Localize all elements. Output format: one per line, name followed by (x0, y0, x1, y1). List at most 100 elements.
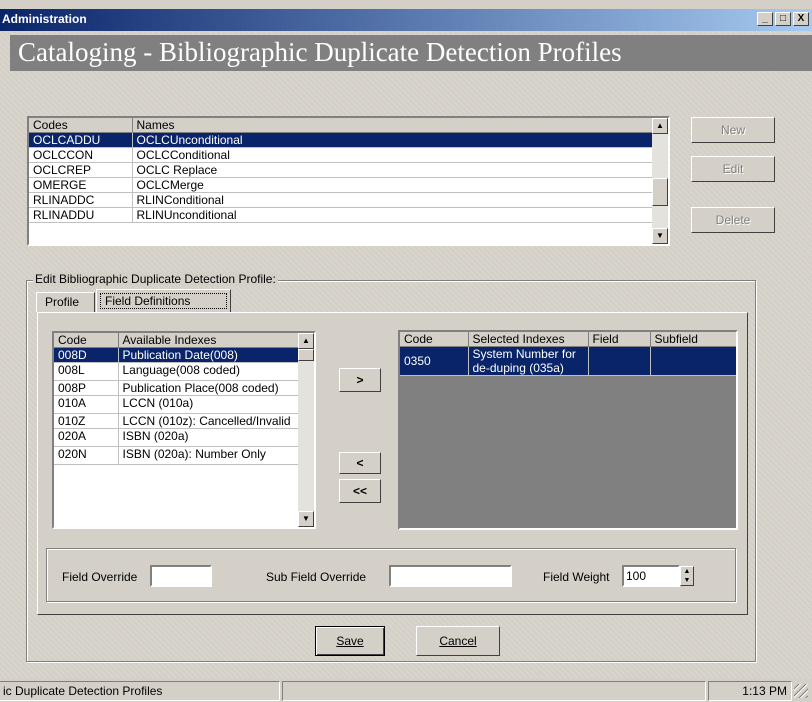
row-code: 010A (54, 395, 119, 414)
scroll-down-icon[interactable]: ▼ (298, 511, 314, 527)
delete-button[interactable]: Delete (691, 207, 775, 233)
scroll-thumb[interactable] (298, 349, 314, 361)
save-label: Save (336, 634, 364, 648)
profiles-list[interactable]: Codes Names OCLCADDU OCLCUnconditional OC… (27, 116, 670, 246)
table-row[interactable]: 008L Language(008 coded) (54, 362, 299, 381)
edit-button[interactable]: Edit (691, 156, 775, 182)
subfield-override-label: Sub Field Override (266, 570, 367, 584)
table-row[interactable]: RLINADDC RLINConditional (29, 192, 653, 208)
table-row[interactable]: OCLCCON OCLCConditional (29, 147, 653, 163)
field-weight-input[interactable]: 100 (622, 565, 680, 587)
column-header-names[interactable]: Names (132, 118, 653, 133)
page-header: Cataloging - Bibliographic Duplicate Det… (10, 35, 812, 71)
table-row[interactable]: 008D Publication Date(008) (54, 347, 299, 363)
field-override-input[interactable] (150, 565, 212, 587)
cancel-label: Cancel (439, 634, 477, 648)
available-header-row: Code Available Indexes (54, 333, 299, 348)
row-code: 008P (54, 380, 119, 396)
row-code: 020N (54, 446, 119, 465)
tab-profile[interactable]: Profile (36, 292, 95, 312)
row-name: Publication Place(008 coded) (118, 380, 299, 396)
table-row[interactable]: 020A ISBN (020a) (54, 428, 299, 447)
scroll-thumb[interactable] (652, 178, 668, 206)
table-row[interactable]: OCLCREP OCLC Replace (29, 162, 653, 178)
row-code: OCLCADDU (29, 132, 133, 148)
row-name: OCLCUnconditional (132, 132, 653, 148)
row-name: OCLC Replace (132, 162, 653, 178)
scroll-down-icon[interactable]: ▼ (652, 228, 668, 244)
row-code: RLINADDU (29, 207, 133, 223)
row-code: OCLCREP (29, 162, 133, 178)
resize-grip-icon[interactable] (794, 684, 808, 698)
profiles-scrollbar[interactable]: ▲ ▼ (652, 118, 668, 244)
table-row[interactable]: 020N ISBN (020a): Number Only (54, 446, 299, 465)
window-title: Administration (2, 12, 87, 26)
column-header-field[interactable]: Field (588, 332, 651, 347)
table-row[interactable]: RLINADDU RLINUnconditional (29, 207, 653, 223)
row-code: OCLCCON (29, 147, 133, 163)
row-name: RLINUnconditional (132, 207, 653, 223)
new-button[interactable]: New (691, 117, 775, 143)
status-text: ic Duplicate Detection Profiles (0, 681, 280, 701)
row-name: RLINConditional (132, 192, 653, 208)
available-indexes-list[interactable]: Code Available Indexes 008D Publication D… (52, 331, 316, 529)
column-header-subfield[interactable]: Subfield (650, 332, 736, 347)
selected-header-row: Code Selected Indexes Field Subfield (400, 332, 736, 347)
column-header-code[interactable]: Code (400, 332, 469, 347)
status-panel-empty (282, 681, 706, 701)
row-name: OCLCMerge (132, 177, 653, 193)
profiles-header-row: Codes Names (29, 118, 653, 133)
table-row[interactable]: 010Z LCCN (010z): Cancelled/Invalid (54, 413, 299, 429)
spin-up-icon[interactable]: ▲ (681, 567, 693, 576)
row-name: Publication Date(008) (118, 347, 299, 363)
edit-profile-group-label: Edit Bibliographic Duplicate Detection P… (33, 272, 278, 286)
field-weight-label: Field Weight (543, 570, 610, 584)
subfield-override-input[interactable] (389, 565, 512, 587)
row-code: RLINADDC (29, 192, 133, 208)
table-row[interactable]: 0350 System Number for de-duping (035a) (400, 346, 736, 376)
close-button[interactable]: X (793, 12, 809, 26)
remove-all-indexes-button[interactable]: << (339, 479, 381, 503)
status-time: 1:13 PM (708, 681, 792, 701)
remove-index-button[interactable]: < (339, 452, 381, 474)
spin-down-icon[interactable]: ▼ (681, 576, 693, 585)
field-weight-spinner[interactable]: ▲ ▼ (680, 566, 694, 586)
scroll-up-icon[interactable]: ▲ (652, 118, 668, 134)
column-header-selected-indexes[interactable]: Selected Indexes (468, 332, 589, 347)
row-field (588, 346, 651, 376)
row-name: ISBN (020a): Number Only (118, 446, 299, 465)
table-row[interactable]: 008P Publication Place(008 coded) (54, 380, 299, 396)
table-row[interactable]: OMERGE OCLCMerge (29, 177, 653, 193)
scroll-up-icon[interactable]: ▲ (298, 333, 314, 349)
column-header-codes[interactable]: Codes (29, 118, 133, 133)
column-header-available-indexes[interactable]: Available Indexes (118, 333, 299, 348)
selected-indexes-list[interactable]: Code Selected Indexes Field Subfield 035… (398, 330, 738, 530)
row-name: ISBN (020a) (118, 428, 299, 447)
row-name: LCCN (010a) (118, 395, 299, 414)
row-name: System Number for de-duping (035a) (468, 346, 589, 376)
save-button[interactable]: Save (315, 626, 385, 656)
table-row[interactable]: OCLCADDU OCLCUnconditional (29, 132, 653, 148)
table-row[interactable]: 010A LCCN (010a) (54, 395, 299, 414)
row-subfield (650, 346, 736, 376)
available-scrollbar[interactable]: ▲ ▼ (298, 333, 314, 527)
row-name: OCLCConditional (132, 147, 653, 163)
status-bar: ic Duplicate Detection Profiles 1:13 PM (0, 678, 812, 702)
maximize-button[interactable]: □ (775, 12, 791, 26)
row-code: 010Z (54, 413, 119, 429)
row-code: 0350 (400, 346, 469, 376)
add-index-button[interactable]: > (339, 368, 381, 392)
field-override-label: Field Override (62, 570, 138, 584)
cancel-button[interactable]: Cancel (416, 626, 500, 656)
row-code: 008L (54, 362, 119, 381)
row-name: LCCN (010z): Cancelled/Invalid (118, 413, 299, 429)
row-name: Language(008 coded) (118, 362, 299, 381)
minimize-button[interactable]: _ (757, 12, 773, 26)
row-code: 020A (54, 428, 119, 447)
window-titlebar: Administration _ □ X (0, 9, 812, 31)
row-code: OMERGE (29, 177, 133, 193)
column-header-code[interactable]: Code (54, 333, 119, 348)
row-code: 008D (54, 347, 119, 363)
page-title: Cataloging - Bibliographic Duplicate Det… (18, 37, 622, 67)
tab-field-definitions[interactable]: Field Definitions (96, 289, 231, 313)
